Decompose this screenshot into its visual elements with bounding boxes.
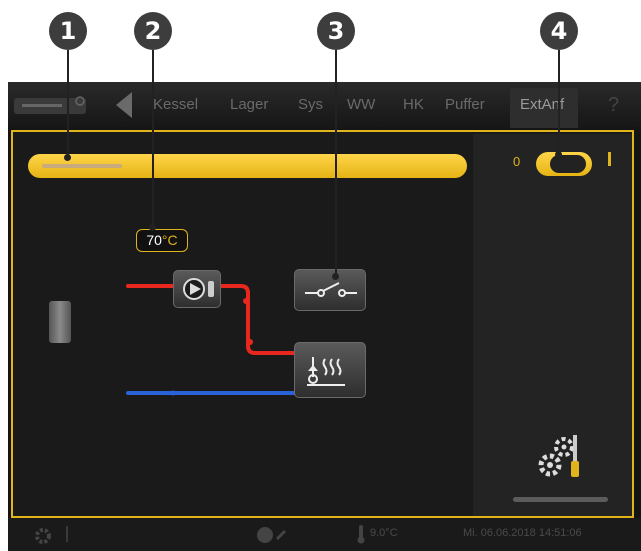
switch-icon: [305, 282, 357, 297]
callout-1-leader: [67, 50, 69, 157]
callout-4: 4: [540, 12, 578, 50]
callout-3: 3: [317, 12, 355, 50]
help-button[interactable]: ?: [608, 94, 619, 117]
tab-lager[interactable]: Lager: [230, 96, 268, 113]
content-panel: 0 70°C: [11, 130, 634, 518]
chevron-left-icon[interactable]: [116, 92, 132, 118]
outside-temperature: 9.0°C: [370, 527, 398, 539]
tab-puffer[interactable]: Puffer: [445, 96, 485, 113]
on-off-toggle[interactable]: [536, 152, 592, 176]
thermometer-icon: [357, 525, 365, 544]
callout-4-leader: [558, 50, 560, 154]
heat-demand-button[interactable]: [294, 342, 366, 398]
toggle-off-label: 0: [513, 154, 521, 169]
toggle-knob[interactable]: [550, 155, 586, 173]
callout-1: 1: [49, 12, 87, 50]
touch-screen: Kessel Lager Sys WW HK Puffer ExtAnf ? 0…: [8, 82, 641, 551]
callout-1-dot: [64, 154, 71, 161]
heat-demand-icon: [307, 357, 345, 386]
tab-ww[interactable]: WW: [347, 96, 375, 113]
callout-3-leader: [335, 50, 337, 276]
flow-pipe-2: [217, 284, 298, 355]
globe-icon[interactable]: [255, 525, 293, 545]
callout-2: 2: [134, 12, 172, 50]
settings-button[interactable]: [528, 429, 588, 484]
callout-2-dot: [149, 224, 156, 231]
pump-icon: [183, 278, 214, 300]
tab-hk[interactable]: HK: [403, 96, 424, 113]
settings-divider: [513, 497, 608, 502]
pump-button[interactable]: [173, 270, 221, 308]
callout-3-dot: [332, 273, 339, 280]
status-divider: [66, 526, 68, 542]
gears-wrench-icon: [538, 435, 579, 477]
hydraulic-diagram: [126, 284, 298, 396]
tab-kessel[interactable]: Kessel: [153, 96, 198, 113]
status-bar: 9.0°C Mi. 06.06.2018 14:51:06: [8, 518, 641, 551]
gear-icon[interactable]: [32, 526, 54, 546]
datetime: Mi. 06.06.2018 14:51:06: [463, 527, 582, 539]
tab-bar: Kessel Lager Sys WW HK Puffer ExtAnf ?: [8, 82, 641, 129]
switch-button[interactable]: [294, 269, 366, 311]
callout-4-dot: [555, 151, 562, 158]
tab-sys[interactable]: Sys: [298, 96, 323, 113]
callout-2-leader: [152, 50, 154, 227]
eta-logo-icon: [14, 96, 86, 114]
toggle-on-label: [608, 152, 611, 166]
